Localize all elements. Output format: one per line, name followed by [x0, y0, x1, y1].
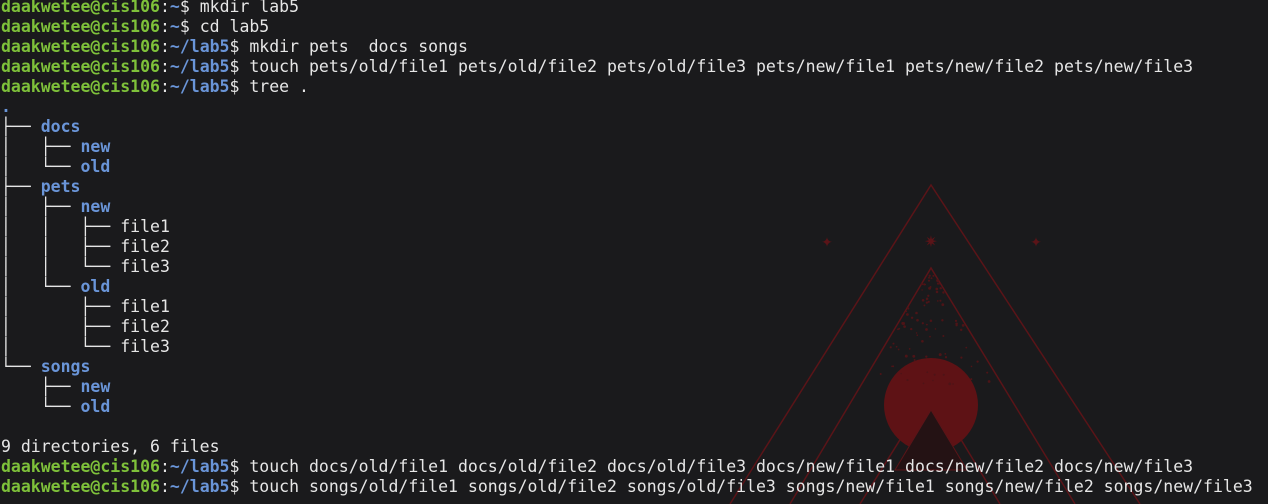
tree-line: │ │ └── file3 — [1, 257, 1253, 277]
tree-file-name: file2 — [120, 317, 170, 336]
prompt-path: ~/lab5 — [169, 57, 230, 76]
tree-line: │ ├── new — [1, 137, 1253, 157]
prompt-separator: : — [159, 57, 170, 76]
tree-line: │ └── old — [1, 277, 1253, 297]
prompt-user-host: daakwetee@cis106 — [1, 37, 160, 56]
tree-branch-glyphs: │ ├── — [1, 197, 81, 216]
tree-branch-glyphs: └── — [1, 397, 81, 416]
command-text: tree . — [249, 77, 309, 96]
tree-directory-name: new — [80, 197, 111, 216]
tree-line: │ └── file3 — [1, 337, 1253, 357]
prompt-line: daakwetee@cis106:~/lab5$ touch songs/old… — [1, 477, 1253, 497]
prompt-symbol: $ — [229, 457, 250, 476]
command-text: touch pets/old/file1 pets/old/file2 pets… — [249, 57, 1194, 76]
tree-file-name: file2 — [120, 237, 170, 256]
prompt-path: ~/lab5 — [169, 477, 230, 496]
prompt-line: daakwetee@cis106:~/lab5$ mkdir pets docs… — [1, 37, 1253, 57]
tree-directory-name: old — [80, 277, 111, 296]
tree-line: └── old — [1, 397, 1253, 417]
prompt-path: ~/lab5 — [169, 457, 230, 476]
prompt-separator: : — [159, 37, 170, 56]
tree-directory-name: new — [80, 377, 111, 396]
tree-line: │ │ ├── file1 — [1, 217, 1253, 237]
tree-line: │ ├── file2 — [1, 317, 1253, 337]
command-text: mkdir lab5 — [199, 0, 300, 16]
tree-branch-glyphs: │ └── — [1, 157, 81, 176]
prompt-symbol: $ — [229, 77, 250, 96]
tree-directory-name: new — [80, 137, 111, 156]
tree-branch-glyphs: │ │ ├── — [1, 217, 121, 236]
prompt-symbol: $ — [179, 0, 200, 16]
prompt-user-host: daakwetee@cis106 — [1, 57, 160, 76]
prompt-separator: : — [159, 477, 170, 496]
tree-branch-glyphs: │ ├── — [1, 137, 81, 156]
command-text: cd lab5 — [199, 17, 270, 36]
tree-directory-name: . — [1, 97, 11, 116]
prompt-line: daakwetee@cis106:~/lab5$ touch pets/old/… — [1, 57, 1253, 77]
prompt-path: ~/lab5 — [169, 37, 230, 56]
tree-directory-name: songs — [40, 357, 91, 376]
tree-line: . — [1, 97, 1253, 117]
prompt-symbol: $ — [229, 57, 250, 76]
tree-branch-glyphs: │ ├── — [1, 297, 121, 316]
tree-line: ├── new — [1, 377, 1253, 397]
tree-file-name: file1 — [120, 297, 170, 316]
tree-branch-glyphs: ├── — [1, 377, 81, 396]
prompt-line: daakwetee@cis106:~/lab5$ touch docs/old/… — [1, 457, 1253, 477]
prompt-separator: : — [159, 457, 170, 476]
command-text: touch songs/old/file1 songs/old/file2 so… — [249, 477, 1253, 496]
command-text: mkdir pets docs songs — [249, 37, 468, 56]
tree-line: ├── docs — [1, 117, 1253, 137]
tree-directory-name: old — [80, 397, 111, 416]
prompt-symbol: $ — [229, 477, 250, 496]
prompt-separator: : — [159, 0, 170, 16]
tree-branch-glyphs: │ │ ├── — [1, 237, 121, 256]
tree-line: │ │ ├── file2 — [1, 237, 1253, 257]
prompt-path: ~/lab5 — [169, 77, 230, 96]
prompt-separator: : — [159, 77, 170, 96]
tree-line: │ ├── file1 — [1, 297, 1253, 317]
tree-file-name: file1 — [120, 217, 170, 236]
tree-branch-glyphs: │ │ └── — [1, 257, 121, 276]
tree-line: │ └── old — [1, 157, 1253, 177]
tree-file-name: file3 — [120, 257, 170, 276]
tree-branch-glyphs: └── — [1, 357, 41, 376]
prompt-user-host: daakwetee@cis106 — [1, 0, 160, 16]
prompt-line: daakwetee@cis106:~/lab5$ tree . — [1, 77, 1253, 97]
terminal-output: daakwetee@cis106:~$ mkdir lab5 daakwetee@… — [1, 0, 1253, 497]
tree-branch-glyphs: ├── — [1, 117, 41, 136]
tree-branch-glyphs: │ └── — [1, 337, 121, 356]
tree-branch-glyphs: │ └── — [1, 277, 81, 296]
command-text: touch docs/old/file1 docs/old/file2 docs… — [249, 457, 1194, 476]
prompt-user-host: daakwetee@cis106 — [1, 17, 160, 36]
prompt-symbol: $ — [179, 17, 200, 36]
prompt-line: daakwetee@cis106:~$ mkdir lab5 — [1, 0, 1253, 17]
prompt-path: ~ — [169, 0, 180, 16]
prompt-user-host: daakwetee@cis106 — [1, 457, 160, 476]
tree-branch-glyphs: ├── — [1, 177, 41, 196]
prompt-symbol: $ — [229, 37, 250, 56]
tree-directory-name: old — [80, 157, 111, 176]
tree-line: ├── pets — [1, 177, 1253, 197]
prompt-separator: : — [159, 17, 170, 36]
tree-branch-glyphs: │ ├── — [1, 317, 121, 336]
tree-directory-name: pets — [40, 177, 81, 196]
tree-line: │ ├── new — [1, 197, 1253, 217]
prompt-path: ~ — [169, 17, 180, 36]
prompt-user-host: daakwetee@cis106 — [1, 477, 160, 496]
tree-directory-name: docs — [40, 117, 81, 136]
prompt-user-host: daakwetee@cis106 — [1, 77, 160, 96]
tree-summary: 9 directories, 6 files — [1, 437, 220, 456]
tree-file-name: file3 — [120, 337, 170, 356]
terminal-window[interactable]: ✦ ✷ ✦ daakwetee@cis106:~$ mkdir lab5 daak… — [0, 0, 1268, 504]
tree-line: └── songs — [1, 357, 1253, 377]
prompt-line: daakwetee@cis106:~$ cd lab5 — [1, 17, 1253, 37]
